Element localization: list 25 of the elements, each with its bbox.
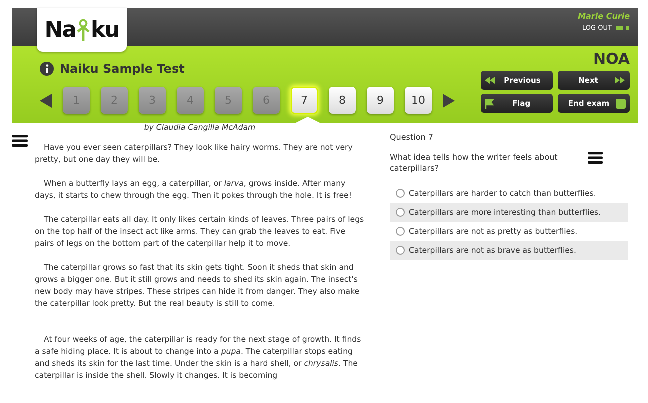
person-icon bbox=[76, 19, 90, 41]
menu-icon[interactable] bbox=[588, 152, 603, 164]
fast-forward-icon bbox=[615, 77, 626, 84]
test-title: Naiku Sample Test bbox=[60, 62, 185, 76]
radio-button[interactable] bbox=[396, 208, 405, 217]
info-icon[interactable] bbox=[40, 62, 54, 76]
flag-icon bbox=[485, 98, 494, 108]
radio-button[interactable] bbox=[396, 227, 405, 236]
question-tab[interactable]: 9 bbox=[367, 87, 394, 114]
question-tab[interactable]: 10 bbox=[405, 87, 432, 114]
current-question-pointer bbox=[296, 117, 320, 123]
end-icon bbox=[616, 98, 626, 108]
rewind-icon bbox=[485, 77, 496, 84]
question-tab[interactable]: 7 bbox=[291, 87, 318, 114]
right-arrow-icon[interactable] bbox=[443, 94, 455, 108]
menu-icon[interactable] bbox=[12, 135, 28, 147]
user-name: Marie Curie bbox=[578, 12, 630, 21]
radio-button[interactable] bbox=[396, 189, 405, 198]
logo: Na ku bbox=[37, 8, 127, 52]
radio-button[interactable] bbox=[396, 246, 405, 255]
question-prompt: What idea tells how the writer feels about caterpillars? bbox=[390, 152, 559, 174]
question-tab[interactable]: 8 bbox=[329, 87, 356, 114]
question-number: Question 7 bbox=[390, 133, 434, 142]
test-code: NOA bbox=[593, 50, 630, 68]
left-arrow-icon[interactable] bbox=[40, 94, 52, 108]
